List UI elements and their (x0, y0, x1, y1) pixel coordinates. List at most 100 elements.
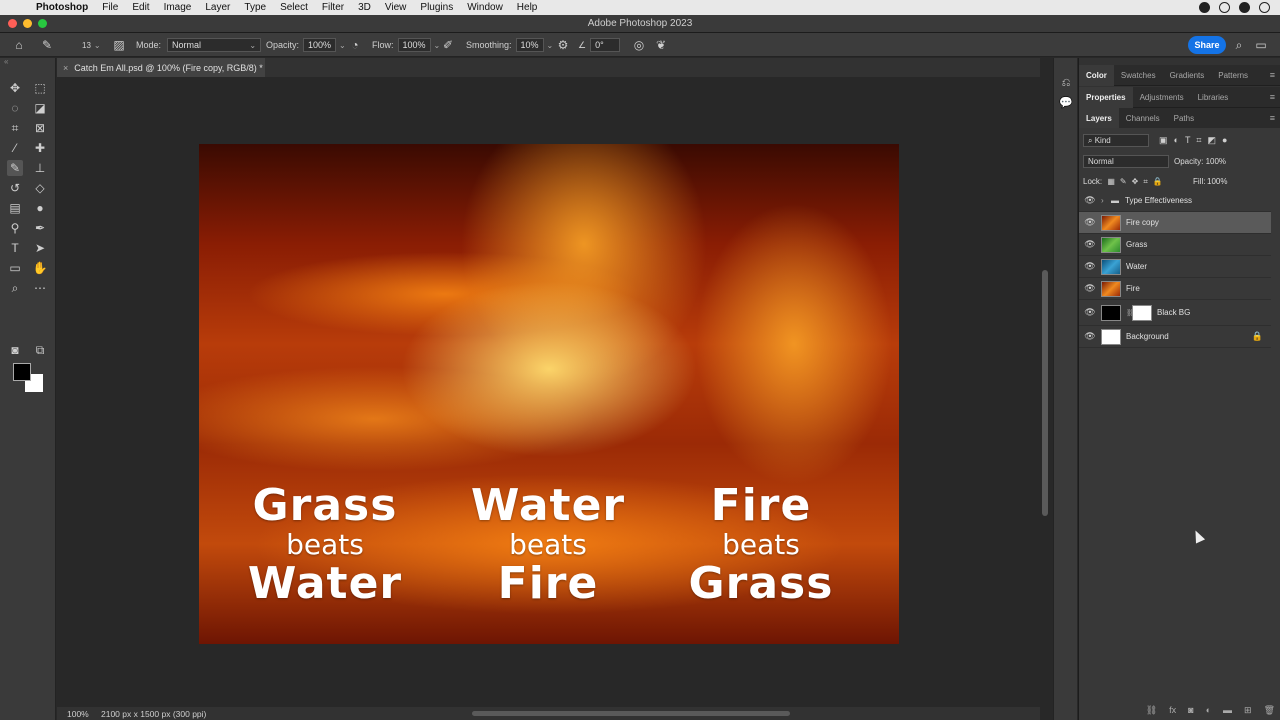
zoom-tool-icon[interactable]: ⌕ (7, 280, 23, 296)
panel-menu-icon[interactable]: ≡ (1270, 113, 1275, 123)
layer-row[interactable]: 👁 ⛓ Black BG (1079, 300, 1271, 326)
marquee-tool-icon[interactable]: ⬚ (32, 80, 48, 96)
eye-icon[interactable]: 👁 (1079, 217, 1101, 228)
menu-file[interactable]: File (102, 2, 118, 13)
airbrush-icon[interactable]: ✐ (441, 38, 455, 52)
search-icon[interactable]: ⌕ (1232, 38, 1246, 52)
path-select-tool-icon[interactable]: ➤ (32, 240, 48, 256)
tab-properties[interactable]: Properties (1079, 86, 1133, 108)
brush-preset-icon[interactable]: ✎ (40, 38, 54, 52)
eye-icon[interactable]: 👁 (1079, 195, 1101, 206)
control-center-icon[interactable] (1239, 2, 1250, 13)
layer-row[interactable]: 👁 Water (1079, 256, 1271, 278)
smoothing-field[interactable]: 10% (515, 38, 544, 52)
zoom-level[interactable]: 100% (67, 709, 89, 719)
share-button[interactable]: Share (1188, 36, 1226, 54)
tab-color[interactable]: Color (1079, 64, 1114, 86)
more-tools-icon[interactable]: ⋯ (32, 280, 48, 296)
gradient-tool-icon[interactable]: ▤ (7, 200, 23, 216)
clone-stamp-tool-icon[interactable]: ⊥ (32, 160, 48, 176)
eye-icon[interactable]: 👁 (1079, 331, 1101, 342)
menu-window[interactable]: Window (467, 2, 503, 13)
layer-mask-thumbnail[interactable] (1132, 304, 1152, 321)
menu-edit[interactable]: Edit (132, 2, 149, 13)
symmetry-icon[interactable]: ❦ (654, 38, 668, 52)
rectangle-tool-icon[interactable]: ▭ (7, 260, 23, 276)
panel-menu-icon[interactable]: ≡ (1270, 70, 1275, 80)
lasso-tool-icon[interactable]: ◌ (7, 100, 23, 116)
hand-tool-icon[interactable]: ✋ (32, 260, 48, 276)
quick-mask-icon[interactable]: ◙ (7, 342, 23, 358)
menu-3d[interactable]: 3D (358, 2, 371, 13)
document-canvas[interactable]: Grass beats Water Water beats Fire Fire … (199, 144, 899, 644)
flow-field[interactable]: 100% (397, 38, 431, 52)
link-layers-icon[interactable]: ⛓ (1146, 705, 1157, 716)
foreground-color-swatch[interactable] (13, 363, 31, 381)
layer-row[interactable]: 👁 › ▬ Type Effectiveness (1079, 190, 1271, 212)
menu-filter[interactable]: Filter (322, 2, 344, 13)
angle-field[interactable]: 0° (590, 38, 621, 52)
canvas-area[interactable]: Grass beats Water Water beats Fire Fire … (57, 77, 1040, 707)
collapse-icon[interactable]: « (0, 58, 56, 66)
record-icon[interactable] (1199, 2, 1210, 13)
adjustment-layer-icon[interactable]: ◐ (1206, 705, 1211, 716)
tab-libraries[interactable]: Libraries (1191, 87, 1236, 108)
type-tool-icon[interactable]: T (7, 240, 23, 256)
home-icon[interactable]: ⌂ (12, 38, 26, 52)
brush-tool-icon[interactable]: ✎ (7, 160, 23, 176)
object-select-tool-icon[interactable]: ◪ (32, 100, 48, 116)
layer-row[interactable]: 👁 Fire copy (1079, 212, 1271, 234)
menu-select[interactable]: Select (280, 2, 308, 13)
eye-icon[interactable]: 👁 (1079, 283, 1101, 294)
panel-menu-icon[interactable]: ≡ (1270, 92, 1275, 102)
tab-channels[interactable]: Channels (1119, 108, 1167, 129)
pressure-opacity-icon[interactable]: ◔ (348, 38, 362, 52)
dodge-tool-icon[interactable]: ⚲ (7, 220, 23, 236)
pen-tool-icon[interactable]: ✒ (32, 220, 48, 236)
menu-type[interactable]: Type (244, 2, 266, 13)
layer-row[interactable]: 👁 Grass (1079, 234, 1271, 256)
frame-tool-icon[interactable]: ⊠ (32, 120, 48, 136)
history-brush-tool-icon[interactable]: ↺ (7, 180, 23, 196)
creative-cloud-icon[interactable] (1219, 2, 1230, 13)
layer-filter-select[interactable]: ⌕ Kind (1083, 134, 1149, 147)
clock-icon[interactable] (1259, 2, 1270, 13)
brush-size[interactable]: 13 ⌄ (82, 33, 101, 57)
menu-plugins[interactable]: Plugins (420, 2, 453, 13)
layer-row[interactable]: 👁 Fire (1079, 278, 1271, 300)
comments-icon[interactable]: 💬 (1059, 96, 1073, 110)
document-dimensions[interactable]: 2100 px x 1500 px (300 ppi) (101, 709, 206, 719)
opacity-field[interactable]: 100% (303, 38, 337, 52)
eraser-tool-icon[interactable]: ◇ (32, 180, 48, 196)
new-layer-icon[interactable]: ⊞ (1244, 705, 1252, 716)
history-icon[interactable]: ⎌ (1059, 76, 1073, 90)
chevron-down-icon[interactable]: ⌄ (339, 41, 346, 50)
menu-help[interactable]: Help (517, 2, 538, 13)
eye-icon[interactable]: 👁 (1079, 261, 1101, 272)
eye-icon[interactable]: 👁 (1079, 239, 1101, 250)
tab-paths[interactable]: Paths (1167, 108, 1201, 129)
screen-mode-icon[interactable]: ⧉ (32, 342, 48, 358)
tab-adjustments[interactable]: Adjustments (1133, 87, 1191, 108)
layer-style-icon[interactable]: fx (1169, 705, 1176, 716)
tab-swatches[interactable]: Swatches (1114, 65, 1163, 86)
layer-row[interactable]: 👁 Background 🔒 (1079, 326, 1271, 348)
menu-image[interactable]: Image (164, 2, 192, 13)
new-group-icon[interactable]: ▬ (1223, 705, 1232, 716)
trash-icon[interactable]: 🗑 (1264, 705, 1275, 716)
eye-icon[interactable]: 👁 (1079, 307, 1101, 318)
menu-app-photoshop[interactable]: Photoshop (36, 2, 88, 13)
lock-icons[interactable]: ▦✎✥⌗🔒 (1107, 177, 1167, 186)
add-mask-icon[interactable]: ◙ (1188, 705, 1193, 716)
brush-settings-icon[interactable]: ▨ (112, 38, 126, 52)
healing-brush-tool-icon[interactable]: ✚ (32, 140, 48, 156)
chevron-down-icon[interactable]: ⌄ (434, 41, 441, 50)
gear-icon[interactable]: ⚙ (556, 38, 570, 52)
layer-filter-icons[interactable]: ▣◐T⌗◩● (1159, 135, 1280, 146)
close-icon[interactable]: × (63, 63, 68, 73)
layer-opacity-value[interactable]: 100% (1206, 157, 1226, 166)
crop-tool-icon[interactable]: ⌗ (7, 120, 23, 136)
blur-tool-icon[interactable]: ● (32, 200, 48, 216)
eyedropper-tool-icon[interactable]: ⁄ (7, 140, 23, 156)
chevron-right-icon[interactable]: › (1101, 196, 1111, 205)
